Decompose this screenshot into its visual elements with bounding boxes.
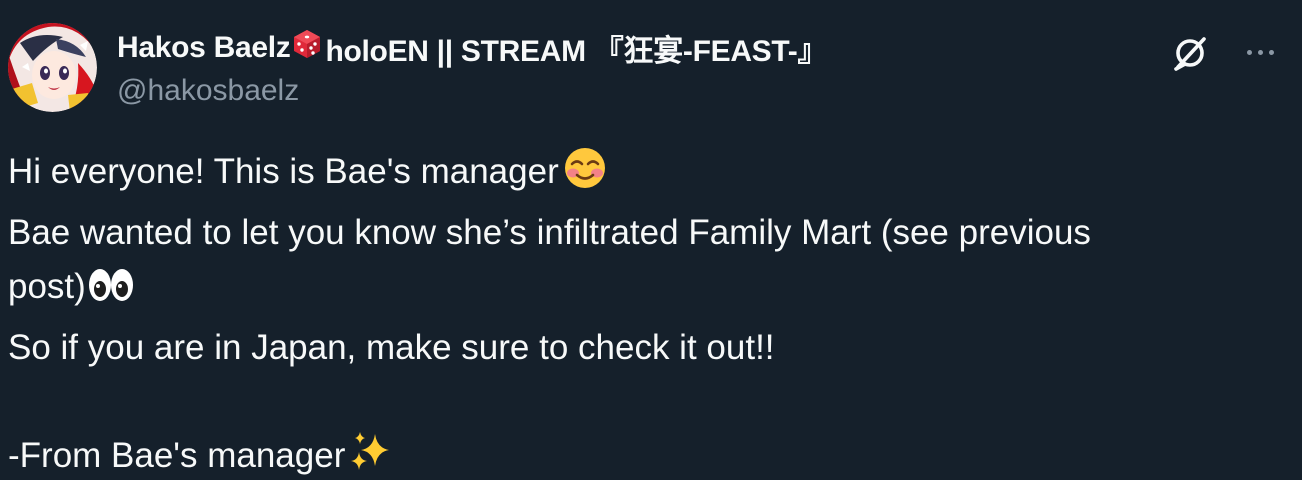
avatar[interactable] bbox=[8, 23, 97, 112]
more-dot bbox=[1246, 49, 1252, 55]
tweet-text: Hi everyone! This is Bae's manager Bae w… bbox=[8, 145, 1293, 480]
grok-icon[interactable] bbox=[1170, 33, 1210, 73]
author-name-part2: holoEN || STREAM 『狂宴-FEAST-』 bbox=[325, 35, 828, 68]
tweet-line: post) bbox=[8, 260, 1293, 321]
tweet-line bbox=[8, 375, 1293, 429]
tweet-line: So if you are in Japan, make sure to che… bbox=[8, 328, 775, 367]
tweet-line: Hi everyone! This is Bae's manager bbox=[8, 145, 1293, 206]
avatar-image bbox=[8, 23, 97, 112]
tweet-card: Hakos Baelz holoEN || STREAM 『狂宴-FEAST-』… bbox=[0, 0, 1302, 480]
smiling-blush-emoji-icon bbox=[563, 146, 607, 206]
eyes-emoji-icon bbox=[87, 265, 135, 321]
more-icon[interactable] bbox=[1240, 36, 1280, 68]
sparkles-emoji-icon bbox=[349, 430, 393, 480]
tweet-line-text: post) bbox=[8, 267, 86, 306]
more-dot bbox=[1257, 49, 1263, 55]
author-display-name[interactable]: Hakos Baelz holoEN || STREAM 『狂宴-FEAST-』 bbox=[117, 26, 827, 70]
game-die-icon bbox=[291, 28, 323, 68]
tweet-line-text: -From Bae's manager bbox=[8, 436, 346, 475]
author-name-part1: Hakos Baelz bbox=[117, 31, 291, 64]
tweet-line: -From Bae's manager bbox=[8, 429, 1293, 480]
more-dot bbox=[1268, 49, 1274, 55]
tweet-line-text: Hi everyone! This is Bae's manager bbox=[8, 152, 559, 191]
author-handle[interactable]: @hakosbaelz bbox=[117, 74, 299, 108]
tweet-line: Bae wanted to let you know she’s infiltr… bbox=[8, 213, 1091, 252]
